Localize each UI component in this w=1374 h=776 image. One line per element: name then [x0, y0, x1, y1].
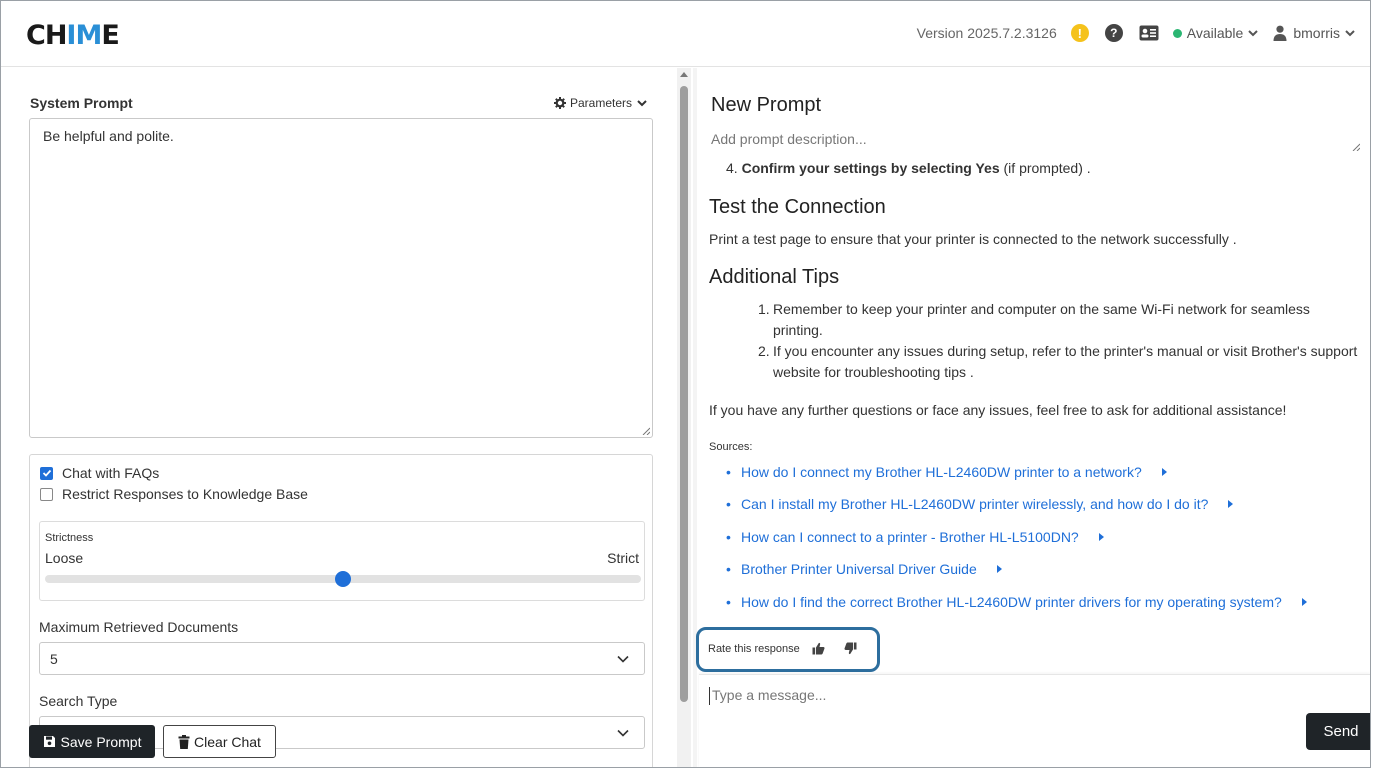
strictness-control: Strictness Loose Strict [39, 521, 645, 601]
header-right: Version 2025.7.2.3126 ! ? Available bmor… [917, 21, 1356, 45]
strictness-slider-track[interactable] [45, 571, 641, 587]
max-docs-select[interactable]: 5 [39, 642, 645, 675]
source-link[interactable]: • How do I connect my Brother HL-L2460DW … [726, 464, 1167, 480]
chime-logo[interactable]: CHIME [26, 20, 120, 51]
rate-response-box: Rate this response [696, 627, 880, 672]
trash-icon [178, 734, 190, 749]
id-card-icon[interactable] [1139, 25, 1159, 41]
test-connection-heading: Test the Connection [709, 196, 886, 218]
chat-panel: New Prompt Add prompt description... 4. … [696, 68, 1370, 767]
list-item: 2. If you encounter any issues during se… [758, 343, 1358, 380]
chevron-down-icon [637, 100, 647, 107]
prompt-title[interactable]: New Prompt [711, 94, 821, 117]
prompt-settings-panel: System Prompt Parameters Be helpful and … [5, 68, 675, 767]
left-panel-scrollbar[interactable] [677, 68, 691, 767]
gear-icon [554, 97, 566, 109]
search-type-label: Search Type [39, 693, 118, 709]
caret-right-icon[interactable] [996, 565, 1002, 573]
chevron-down-icon[interactable] [1344, 28, 1356, 38]
strictness-slider-thumb[interactable] [335, 571, 351, 587]
user-icon [1273, 25, 1287, 41]
caret-right-icon[interactable] [1098, 533, 1104, 541]
chevron-down-icon [617, 729, 629, 737]
resize-handle-icon[interactable] [642, 427, 650, 435]
resize-handle-icon[interactable] [1352, 143, 1360, 151]
closing-text: If you have any further questions or fac… [709, 402, 1287, 418]
options-panel: Chat with FAQs Restrict Responses to Kno… [29, 454, 653, 767]
send-button[interactable]: Send [1306, 713, 1370, 750]
version-label: Version 2025.7.2.3126 [916, 25, 1057, 41]
user-menu[interactable]: bmorris [1293, 25, 1340, 41]
checkbox-unchecked-icon[interactable] [40, 487, 53, 501]
rate-label: Rate this response [708, 643, 800, 655]
thumbs-up-icon[interactable] [812, 642, 825, 655]
restrict-kb-checkbox[interactable]: Restrict Responses to Knowledge Base [40, 486, 308, 502]
help-icon[interactable]: ? [1104, 24, 1123, 42]
chevron-down-icon [617, 655, 629, 663]
list-item: 1. Remember to keep your printer and com… [758, 301, 1310, 338]
parameters-label: Parameters [570, 96, 633, 110]
additional-tips-heading: Additional Tips [709, 266, 840, 288]
save-prompt-button[interactable]: Save Prompt [29, 725, 155, 758]
system-prompt-text: Be helpful and polite. [43, 128, 174, 144]
save-icon [43, 736, 55, 747]
max-docs-label: Maximum Retrieved Documents [39, 619, 239, 635]
scrollbar-thumb[interactable] [680, 86, 688, 702]
source-link[interactable]: • Can I install my Brother HL-L2460DW pri… [726, 496, 1234, 512]
caret-right-icon[interactable] [1228, 500, 1234, 508]
caret-right-icon[interactable] [1161, 468, 1167, 476]
system-prompt-label: System Prompt [30, 95, 133, 111]
strictness-min-label: Loose [45, 550, 84, 566]
thumbs-down-icon[interactable] [844, 642, 857, 655]
status-indicator-icon [1172, 28, 1182, 38]
message-composer: Type a message... [699, 674, 1370, 767]
strictness-max-label: Strict [607, 550, 639, 566]
clear-chat-button[interactable]: Clear Chat [163, 725, 276, 758]
sources-label: Sources: [709, 441, 753, 453]
strictness-title: Strictness [45, 532, 94, 544]
chat-with-faqs-checkbox[interactable]: Chat with FAQs [40, 465, 159, 481]
parameters-dropdown[interactable]: Parameters [554, 96, 652, 110]
status-dropdown[interactable]: Available [1187, 25, 1244, 41]
scroll-up-arrow-icon[interactable] [680, 72, 688, 77]
source-link[interactable]: • How do I find the correct Brother HL-L2… [726, 594, 1307, 610]
system-prompt-textarea[interactable]: Be helpful and polite. [29, 118, 653, 438]
caret-right-icon[interactable] [1301, 598, 1307, 606]
source-link[interactable]: • Brother Printer Universal Driver Guide [726, 561, 1002, 577]
message-input[interactable]: Type a message... [709, 687, 826, 705]
top-header: CHIME Version 2025.7.2.3126 ! ? Availabl… [1, 1, 1370, 67]
warning-icon[interactable]: ! [1070, 24, 1089, 42]
response-step-4: 4. Confirm your settings by selecting Ye… [726, 160, 1091, 176]
app-window: CHIME Version 2025.7.2.3126 ! ? Availabl… [0, 0, 1371, 768]
source-link[interactable]: • How can I connect to a printer - Brothe… [726, 529, 1104, 545]
chevron-down-icon[interactable] [1247, 28, 1259, 38]
checkbox-checked-icon[interactable] [40, 466, 53, 480]
test-connection-text: Print a test page to ensure that your pr… [709, 231, 1237, 247]
tips-list: 1. Remember to keep your printer and com… [758, 299, 1358, 383]
prompt-description-input[interactable]: Add prompt description... [711, 131, 867, 147]
